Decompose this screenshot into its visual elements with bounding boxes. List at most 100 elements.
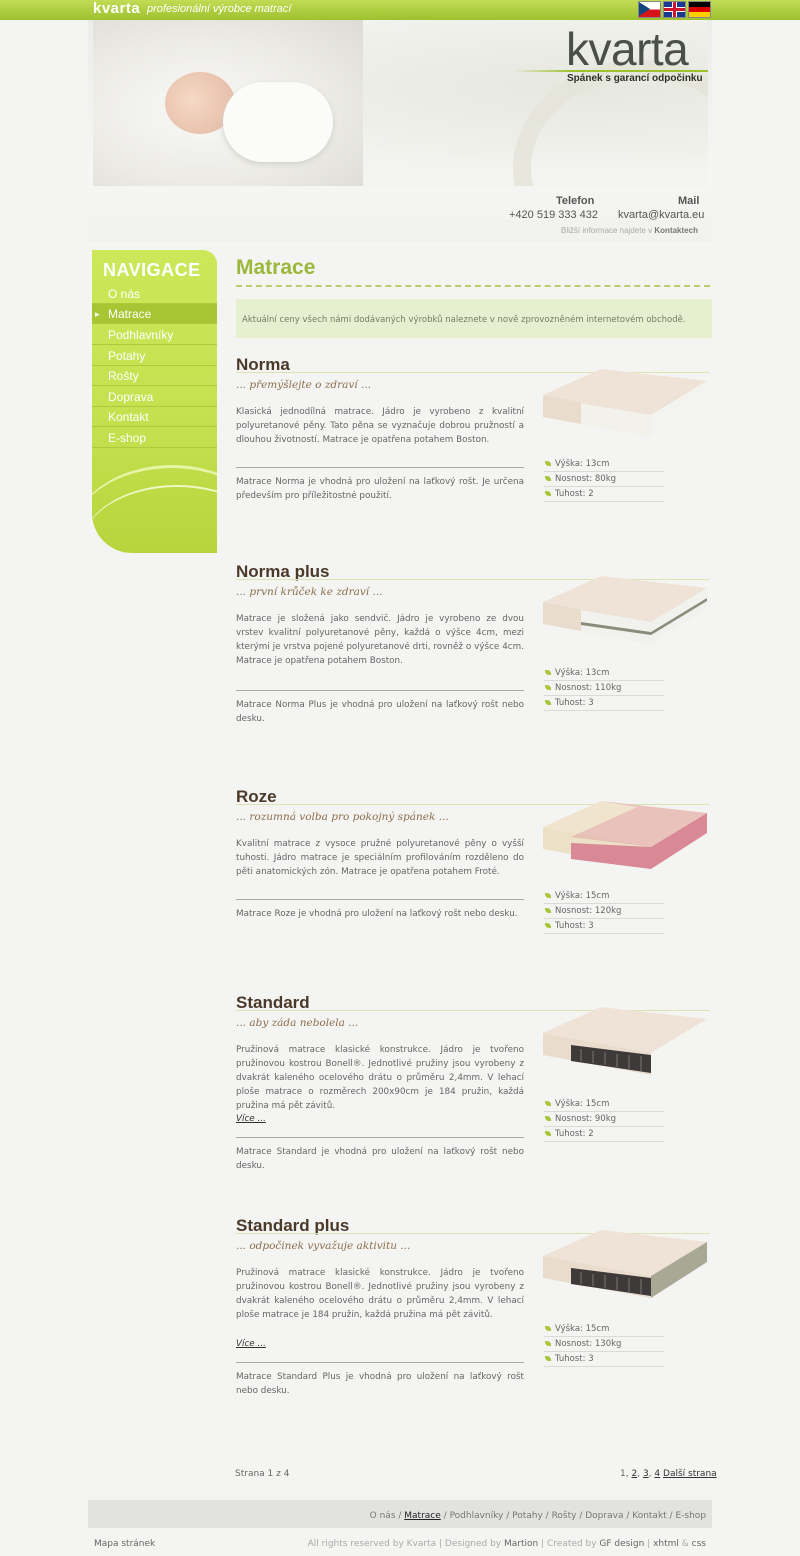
nav-item-o-nas[interactable]: O nás xyxy=(92,284,217,304)
sitemap-link[interactable]: Mapa stránek xyxy=(94,1539,155,1549)
created-by-label: Created by xyxy=(547,1539,597,1549)
rights-text: All rights reserved by Kvarta xyxy=(307,1539,437,1549)
nav-item-potahy[interactable]: Potahy xyxy=(92,346,217,366)
product-note: Matrace Standard je vhodná pro uložení n… xyxy=(236,1147,524,1171)
title-divider xyxy=(236,285,710,287)
info-prefix: Bližší informace najdete v xyxy=(561,226,653,235)
spec-height: Výška: 13cm xyxy=(544,457,664,472)
product-subtitle: ... první krůček ke zdraví ... xyxy=(236,586,383,598)
mail-value[interactable]: kvarta@kvarta.eu xyxy=(618,209,704,221)
footer-link-rosty[interactable]: Rošty xyxy=(552,1511,577,1521)
spec-firmness: Tuhost: 2 xyxy=(544,1127,664,1142)
nav-item-rosty[interactable]: Rošty xyxy=(92,366,217,386)
product-subtitle: ... rozumná volba pro pokojný spánek ... xyxy=(236,811,449,823)
spec-height: Výška: 13cm xyxy=(544,666,664,681)
czech-flag-icon[interactable] xyxy=(638,1,661,18)
tech-ampersand: & xyxy=(681,1539,689,1549)
product-description: Kvalitní matrace z vysoce pružné polyure… xyxy=(236,839,524,877)
product-divider xyxy=(236,899,524,900)
spec-firmness: Tuhost: 3 xyxy=(544,696,664,711)
product-image[interactable] xyxy=(541,799,707,873)
contacts-link[interactable]: Kontaktech xyxy=(654,226,698,235)
pager-status: Strana 1 z 4 xyxy=(235,1469,290,1479)
spec-capacity: Nosnost: 130kg xyxy=(544,1337,664,1352)
contact-info-note: Bližší informace najdete v Kontaktech xyxy=(561,226,698,235)
brand-slogan: Spánek s garancí odpočinku xyxy=(567,73,703,84)
product-specs: Výška: 13cm Nosnost: 110kg Tuhost: 3 xyxy=(544,666,664,711)
product-specs: Výška: 15cm Nosnost: 120kg Tuhost: 3 xyxy=(544,889,664,934)
xhtml-link[interactable]: xhtml xyxy=(653,1539,679,1549)
footer-link-o-nas[interactable]: O nás xyxy=(370,1511,396,1521)
pager-page-3[interactable]: 3 xyxy=(643,1469,649,1479)
product-subtitle: ... přemýšlejte o zdraví ... xyxy=(236,379,372,391)
product-description: Matrace je složená jako sendvič. Jádro j… xyxy=(236,614,524,666)
nav-item-podhlavniky[interactable]: Podhlavníky xyxy=(92,325,217,345)
product-subtitle: ... odpočinek vyvažuje aktivitu ... xyxy=(236,1240,411,1252)
product-specs: Výška: 13cm Nosnost: 80kg Tuhost: 2 xyxy=(544,457,664,502)
product-note: Matrace Roze je vhodná pro uložení na la… xyxy=(236,909,518,919)
nav-item-e-shop[interactable]: E-shop xyxy=(92,428,217,448)
footer-link-e-shop[interactable]: E-shop xyxy=(675,1511,706,1521)
footer-credits: All rights reserved by Kvarta | Designed… xyxy=(307,1539,706,1549)
spec-firmness: Tuhost: 2 xyxy=(544,487,664,502)
product-image[interactable] xyxy=(541,1005,707,1079)
more-link[interactable]: Více ... xyxy=(236,1339,266,1349)
spec-capacity: Nosnost: 90kg xyxy=(544,1112,664,1127)
footer-bottom: Mapa stránek All rights reserved by Kvar… xyxy=(88,1528,712,1556)
spec-capacity: Nosnost: 120kg xyxy=(544,904,664,919)
product-image[interactable] xyxy=(541,574,707,648)
spec-firmness: Tuhost: 3 xyxy=(544,1352,664,1367)
product-image[interactable] xyxy=(541,1228,707,1302)
product-specs: Výška: 15cm Nosnost: 130kg Tuhost: 3 xyxy=(544,1322,664,1367)
product-note: Matrace Norma Plus je vhodná pro uložení… xyxy=(236,700,524,724)
german-flag-icon[interactable] xyxy=(688,1,711,18)
brand-logo[interactable]: kvarta xyxy=(566,22,689,76)
pager-next[interactable]: Další strana xyxy=(663,1469,717,1479)
footer-links: O nás / Matrace / Podhlavníky / Potahy /… xyxy=(369,1511,706,1521)
mail-label: Mail xyxy=(678,195,700,207)
sidebar-navigation: NAVIGACE O nás Matrace Podhlavníky Potah… xyxy=(92,250,217,553)
uk-flag-icon[interactable] xyxy=(663,1,686,18)
product-core xyxy=(571,843,651,869)
product-specs: Výška: 15cm Nosnost: 90kg Tuhost: 2 xyxy=(544,1097,664,1142)
product-description: Pružinová matrace klasické konstrukce. J… xyxy=(236,1045,524,1111)
brand-underline xyxy=(513,70,708,72)
product-note: Matrace Norma je vhodná pro uložení na l… xyxy=(236,477,524,501)
pager-current: 1 xyxy=(620,1469,626,1479)
top-logo[interactable]: kvarta xyxy=(93,0,140,17)
product-divider xyxy=(236,1362,524,1363)
css-link[interactable]: css xyxy=(692,1539,706,1549)
footer-nav: O nás / Matrace / Podhlavníky / Potahy /… xyxy=(88,1500,712,1528)
designed-by-label: Designed by xyxy=(444,1539,502,1549)
footer-link-kontakt[interactable]: Kontakt xyxy=(632,1511,666,1521)
spec-height: Výška: 15cm xyxy=(544,1097,664,1112)
creator-link[interactable]: GF design xyxy=(599,1539,644,1549)
nav-title: NAVIGACE xyxy=(103,260,201,280)
product-subtitle: ... aby záda nebolela ... xyxy=(236,1017,359,1029)
product-divider xyxy=(236,467,524,468)
product-divider xyxy=(236,1137,524,1138)
product-description: Pružinová matrace klasické konstrukce. J… xyxy=(236,1268,524,1320)
product-description: Klasická jednodílná matrace. Jádro je vy… xyxy=(236,407,524,445)
footer-link-podhlavniky[interactable]: Podhlavníky xyxy=(450,1511,504,1521)
product-divider xyxy=(236,690,524,691)
footer-link-potahy[interactable]: Potahy xyxy=(512,1511,543,1521)
more-link[interactable]: Více ... xyxy=(236,1114,266,1124)
nav-item-doprava[interactable]: Doprava xyxy=(92,387,217,407)
designer-link[interactable]: Martion xyxy=(504,1539,538,1549)
footer-link-doprava[interactable]: Doprava xyxy=(585,1511,623,1521)
phone-label: Telefon xyxy=(556,195,595,207)
baby-body xyxy=(223,82,333,162)
spec-capacity: Nosnost: 80kg xyxy=(544,472,664,487)
pager-page-4[interactable]: 4 xyxy=(654,1469,660,1479)
product-image[interactable] xyxy=(541,367,707,441)
spec-height: Výška: 15cm xyxy=(544,889,664,904)
spec-firmness: Tuhost: 3 xyxy=(544,919,664,934)
spec-capacity: Nosnost: 110kg xyxy=(544,681,664,696)
page-title: Matrace xyxy=(236,256,316,279)
footer-link-matrace[interactable]: Matrace xyxy=(404,1511,441,1521)
nav-item-kontakt[interactable]: Kontakt xyxy=(92,407,217,427)
pager-page-2[interactable]: 2 xyxy=(631,1469,637,1479)
phone-value: +420 519 333 432 xyxy=(509,209,599,221)
nav-item-matrace[interactable]: Matrace xyxy=(92,304,217,324)
